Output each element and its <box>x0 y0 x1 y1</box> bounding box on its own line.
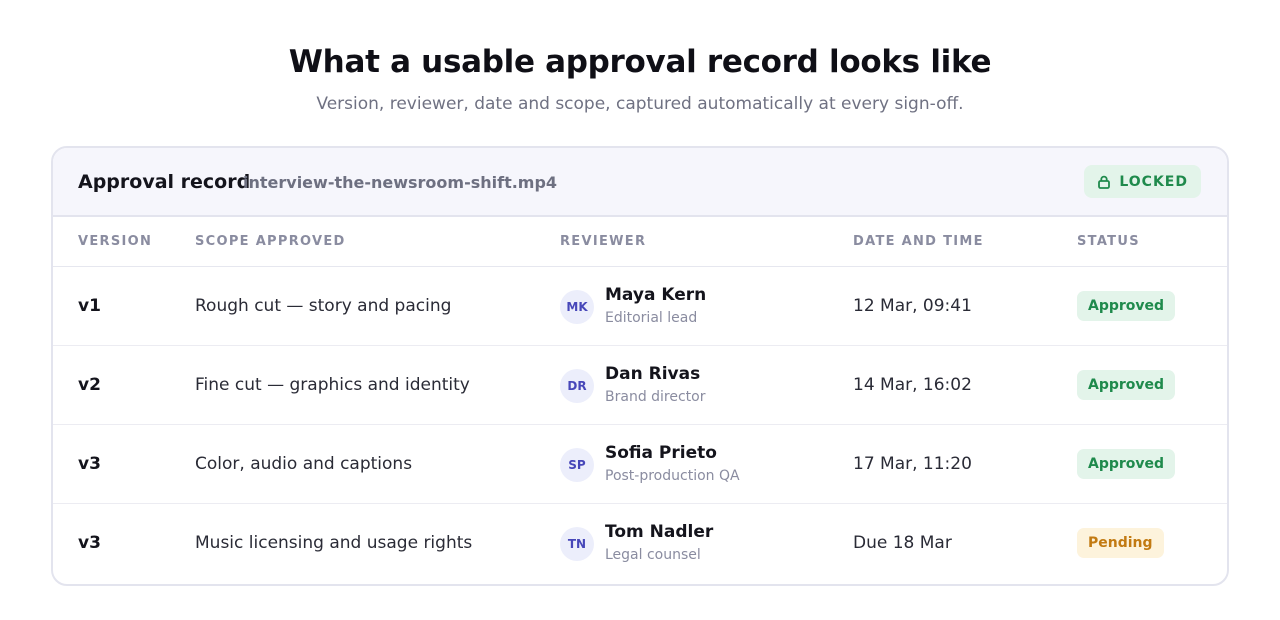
date-cell: 17 Mar, 11:20 <box>853 454 972 474</box>
locked-badge: LOCKED <box>1084 165 1201 198</box>
avatar: DR <box>560 369 594 403</box>
status-badge: Pending <box>1077 528 1164 558</box>
column-header-date: DATE AND TIME <box>853 234 984 249</box>
status-badge: Approved <box>1077 370 1176 400</box>
version-cell: v3 <box>78 454 101 474</box>
status-badge: Approved <box>1077 449 1176 479</box>
table-row: v1 Rough cut — story and pacing MK Maya … <box>53 267 1227 346</box>
scope-cell: Color, audio and captions <box>195 454 413 474</box>
table-row: v3 Color, audio and captions SP Sofia Pr… <box>53 425 1227 504</box>
card-header: Approval record interview-the-newsroom-s… <box>53 148 1227 217</box>
reviewer-name: Dan Rivas <box>605 364 701 384</box>
date-cell: 12 Mar, 09:41 <box>853 296 972 316</box>
reviewer-name: Sofia Prieto <box>605 443 717 463</box>
card-title: Approval record <box>78 171 251 193</box>
version-cell: v2 <box>78 375 101 395</box>
lock-icon <box>1098 175 1111 189</box>
reviewer-role: Brand director <box>605 389 706 405</box>
date-cell: Due 18 Mar <box>853 533 952 553</box>
table-row: v2 Fine cut — graphics and identity DR D… <box>53 346 1227 425</box>
column-header-status: STATUS <box>1077 234 1140 249</box>
locked-label: LOCKED <box>1119 173 1188 190</box>
reviewer-role: Post-production QA <box>605 468 740 484</box>
table-row: v3 Music licensing and usage rights TN T… <box>53 504 1227 583</box>
scope-cell: Rough cut — story and pacing <box>195 296 452 316</box>
date-cell: 14 Mar, 16:02 <box>853 375 972 395</box>
scope-cell: Fine cut — graphics and identity <box>195 375 470 395</box>
column-header-version: VERSION <box>78 234 153 249</box>
avatar: MK <box>560 290 594 324</box>
reviewer-name: Tom Nadler <box>605 522 714 542</box>
reviewer-role: Editorial lead <box>605 310 698 326</box>
file-name: interview-the-newsroom-shift.mp4 <box>243 173 558 192</box>
version-cell: v1 <box>78 296 101 316</box>
reviewer-name: Maya Kern <box>605 285 707 305</box>
avatar: SP <box>560 448 594 482</box>
column-header-scope: SCOPE APPROVED <box>195 234 346 249</box>
approval-record-card: Approval record interview-the-newsroom-s… <box>51 146 1229 586</box>
status-badge: Approved <box>1077 291 1176 321</box>
version-cell: v3 <box>78 533 101 553</box>
reviewer-role: Legal counsel <box>605 547 701 563</box>
scope-cell: Music licensing and usage rights <box>195 533 473 553</box>
page-title: What a usable approval record looks like <box>288 44 992 80</box>
column-header-reviewer: REVIEWER <box>560 234 647 249</box>
page-subtitle: Version, reviewer, date and scope, captu… <box>316 94 964 114</box>
avatar: TN <box>560 527 594 561</box>
